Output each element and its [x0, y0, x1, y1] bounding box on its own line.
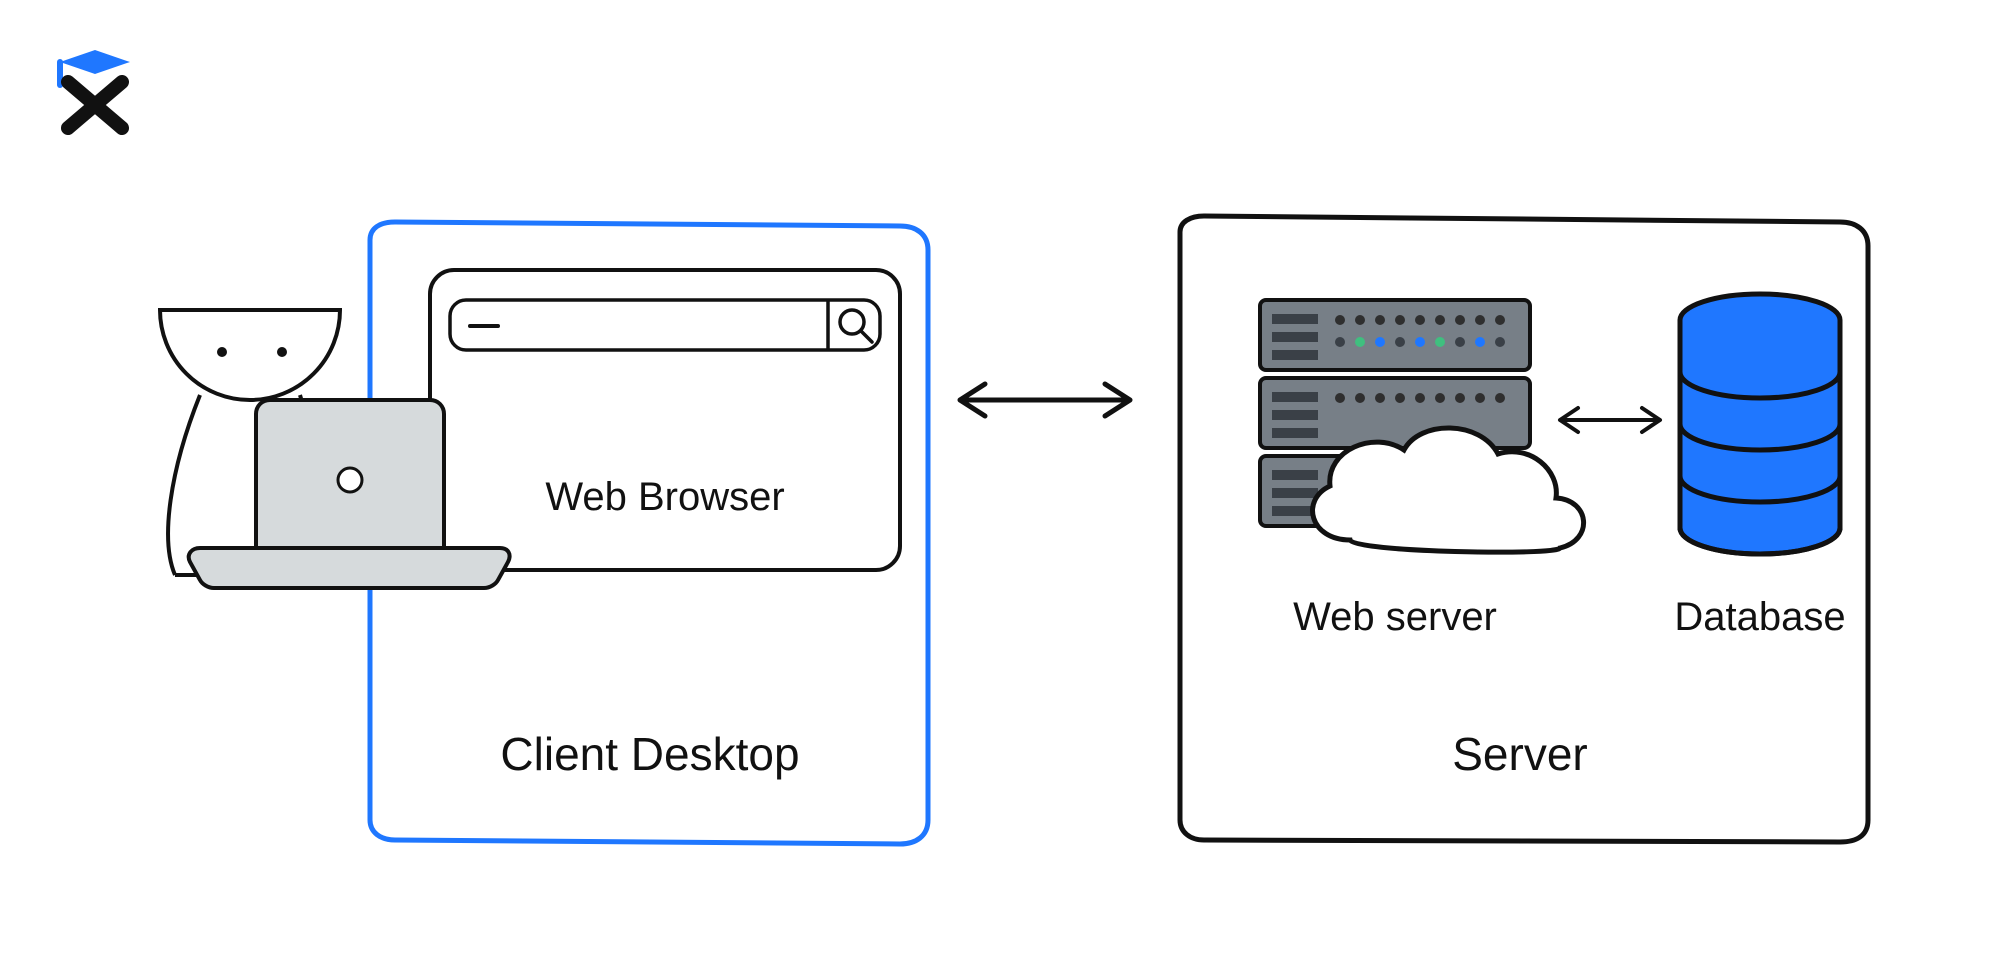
search-icon	[840, 310, 872, 342]
client-server-arrow-icon	[960, 384, 1130, 416]
logo-icon	[60, 50, 130, 128]
diagram-canvas: Client Desktop Web Browser	[0, 0, 2000, 969]
user-with-laptop-icon	[160, 310, 510, 588]
database-label: Database	[1674, 595, 1845, 639]
cloud-icon	[1313, 428, 1584, 552]
browser-window: Web Browser	[430, 270, 900, 570]
client-desktop-label: Client Desktop	[500, 728, 799, 780]
server-db-arrow-icon	[1560, 408, 1660, 432]
web-server-icon: Web server	[1260, 300, 1584, 639]
database-icon: Database	[1674, 294, 1845, 639]
laptop-icon	[189, 400, 510, 588]
web-server-label: Web server	[1293, 595, 1497, 639]
web-browser-label: Web Browser	[545, 475, 784, 519]
client-desktop-box: Client Desktop	[370, 222, 928, 844]
server-box-label: Server	[1452, 728, 1587, 780]
